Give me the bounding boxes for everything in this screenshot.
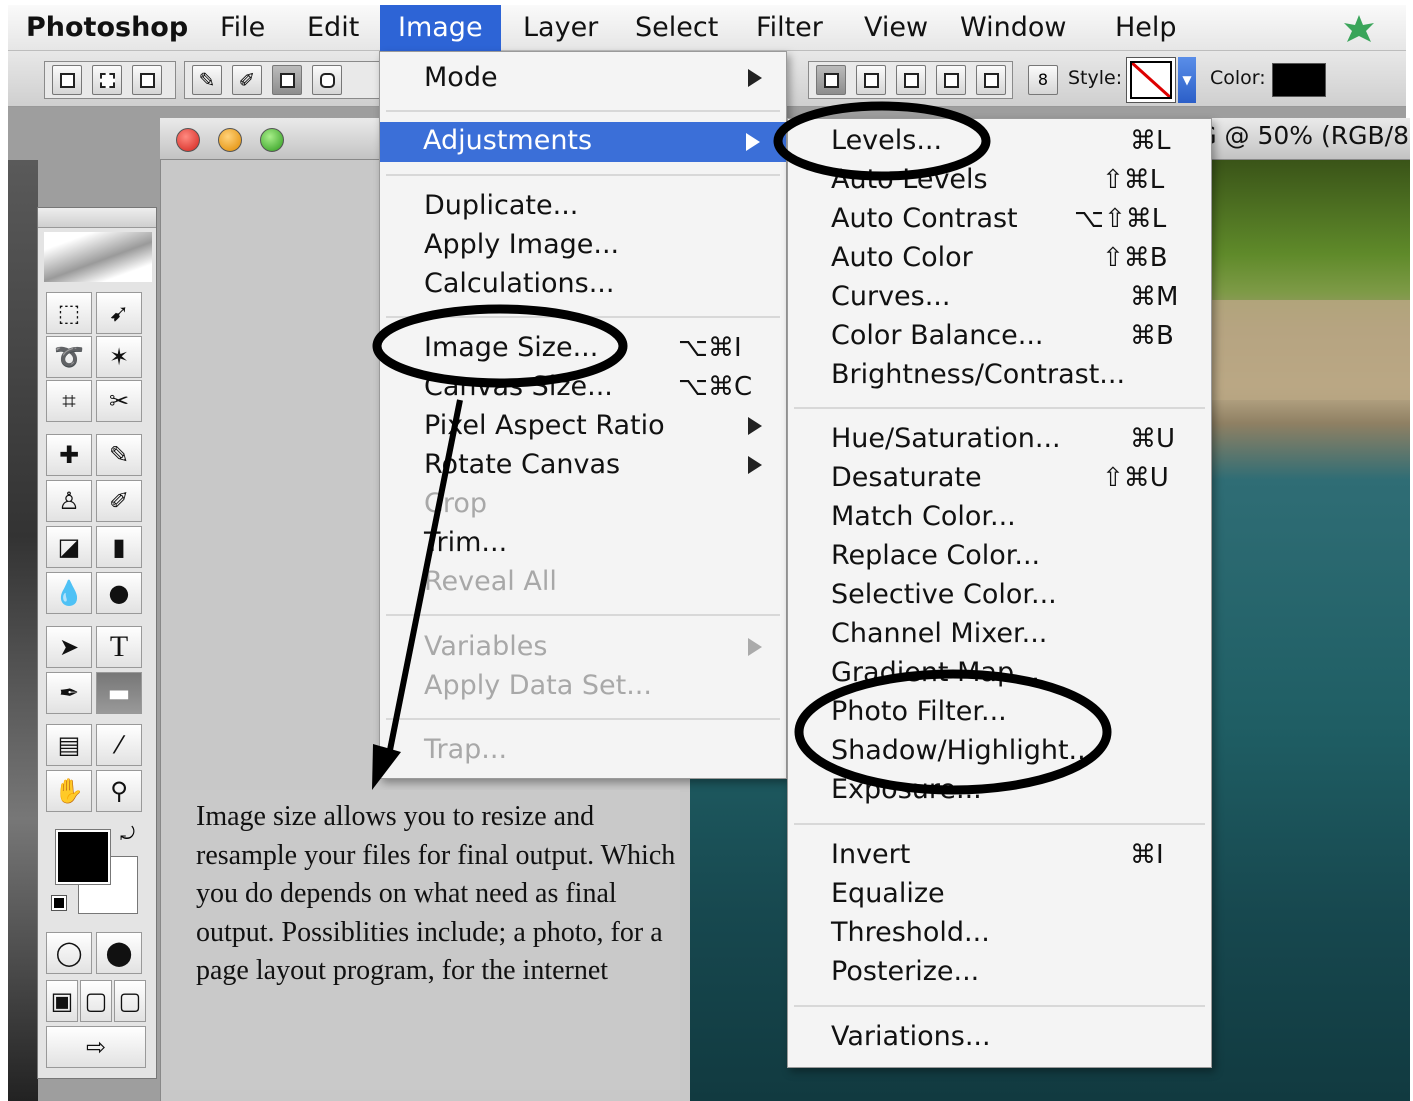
highlight-ellipse-image-size — [372, 304, 628, 388]
annotation-arrow-line — [387, 399, 463, 751]
annotation-arrowhead — [372, 744, 401, 790]
highlight-ellipse-photo-filter — [794, 669, 1112, 795]
annotation-overlay — [372, 101, 1112, 795]
highlight-ellipse-levels — [773, 101, 991, 181]
